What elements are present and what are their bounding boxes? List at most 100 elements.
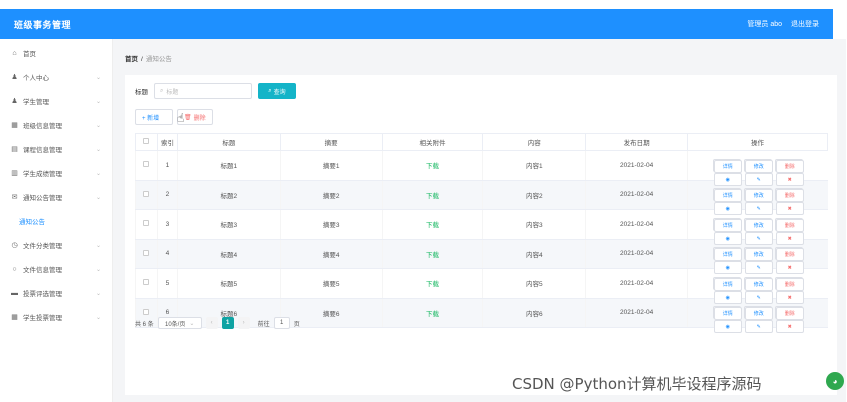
edit-button[interactable]: 修改 ✎ — [743, 306, 773, 334]
breadcrumb-home[interactable]: 首页 — [125, 56, 138, 63]
row-checkbox[interactable] — [143, 161, 150, 168]
download-link[interactable]: 下载 — [426, 311, 439, 318]
row-delete-button[interactable]: 删除 ✖ — [774, 188, 804, 216]
edit-button[interactable]: 修改 ✎ — [743, 188, 773, 216]
eye-icon: ◉ — [713, 261, 742, 275]
search-button[interactable]: ⌕ 查询 — [258, 83, 296, 99]
page-size-select[interactable]: 10条/页 ⌄ — [157, 317, 202, 329]
edit-button[interactable]: 修改 ✎ — [743, 276, 773, 304]
pencil-icon: ✎ — [744, 231, 773, 245]
sidebar-item[interactable]: ⌂ 首页 — [0, 41, 112, 65]
sidebar-item[interactable]: ♟ 个人中心 ⌄ — [0, 65, 112, 89]
row-select-cell[interactable] — [135, 239, 158, 269]
cell-index: 5 — [156, 268, 178, 299]
column-header: 操作 — [687, 133, 828, 151]
sidebar-item[interactable]: ▬ 投票评选管理 ⌄ — [0, 281, 112, 305]
view-button[interactable]: 详情 ◉ — [712, 306, 742, 334]
row-checkbox[interactable] — [143, 249, 150, 256]
page-number-current[interactable]: 1 — [221, 317, 234, 329]
view-button[interactable]: 详情 ◉ — [712, 158, 742, 186]
sidebar-item[interactable]: ▤ 课程信息管理 ⌄ — [0, 137, 112, 161]
select-all-checkbox[interactable] — [143, 138, 150, 144]
select-all-cell[interactable] — [135, 133, 158, 151]
sidebar-item[interactable]: ▦ 学生投票管理 ⌄ — [0, 305, 112, 329]
prev-page-button[interactable]: ‹ — [205, 317, 218, 329]
breadcrumb-current: 通知公告 — [145, 56, 172, 63]
notice-table: 索引 标题 摘要 相关附件 内容 发布日期 操作 1 标题1 摘要1 下载 内容1 202… — [135, 133, 828, 334]
grid-icon: ▦ — [11, 122, 18, 129]
sidebar-item[interactable]: ▦ 班级信息管理 ⌄ — [0, 113, 112, 137]
sidebar-item-label: 通知公告 — [19, 219, 45, 226]
row-select-cell[interactable] — [135, 268, 158, 299]
download-link[interactable]: 下载 — [426, 281, 439, 288]
sidebar-item[interactable]: ◷ 文件分类管理 ⌄ — [0, 233, 112, 257]
download-link[interactable]: 下载 — [426, 193, 439, 200]
next-page-button[interactable]: › — [237, 317, 250, 329]
view-button[interactable]: 详情 ◉ — [712, 217, 742, 245]
download-link[interactable]: 下载 — [426, 222, 439, 229]
mail-icon: ✉ — [11, 194, 18, 201]
row-delete-button[interactable]: 删除 ✖ — [774, 217, 804, 245]
row-delete-label: 删除 — [775, 248, 804, 262]
column-header: 发布日期 — [585, 133, 689, 151]
trash-icon: ✖ — [775, 202, 804, 216]
row-select-cell[interactable] — [135, 209, 158, 240]
sidebar-item[interactable]: ▥ 学生成绩管理 ⌄ — [0, 161, 112, 185]
cell-date: 2021-02-04 — [585, 180, 688, 210]
row-select-cell[interactable] — [135, 150, 158, 181]
goto-page-input[interactable]: 1 — [273, 317, 290, 329]
trash-icon: ✖ — [775, 172, 804, 186]
sidebar-item[interactable]: 通知公告 — [0, 209, 112, 233]
edit-button[interactable]: 修改 ✎ — [743, 247, 773, 275]
row-delete-button[interactable]: 删除 ✖ — [774, 158, 804, 186]
sidebar-item[interactable]: ○ 文件信息管理 ⌄ — [0, 257, 112, 281]
action-bar: + 新增 🗑 删除 ☝ — [135, 109, 213, 125]
row-checkbox[interactable] — [143, 279, 150, 286]
logout-link[interactable]: 退出登录 — [791, 19, 819, 29]
sidebar-item[interactable]: ♟ 学生管理 ⌄ — [0, 89, 112, 113]
trash-icon: ✖ — [775, 290, 804, 304]
view-button[interactable]: 详情 ◉ — [712, 188, 742, 216]
folder-icon: ▬ — [11, 289, 18, 297]
table-header-row: 索引 标题 摘要 相关附件 内容 发布日期 操作 — [135, 133, 828, 151]
search-input[interactable]: ⌕ 标题 — [154, 83, 252, 99]
download-link[interactable]: 下载 — [426, 163, 439, 170]
row-delete-button[interactable]: 删除 ✖ — [774, 306, 804, 334]
add-button[interactable]: + 新增 — [135, 109, 173, 125]
row-delete-button[interactable]: 删除 ✖ — [774, 276, 804, 304]
row-delete-button[interactable]: 删除 ✖ — [774, 247, 804, 275]
sidebar-item[interactable]: ✉ 通知公告管理 ⌄ — [0, 185, 112, 209]
edit-button[interactable]: 修改 ✎ — [743, 158, 773, 186]
view-button-label: 详情 — [713, 248, 742, 262]
edit-button-label: 修改 — [744, 189, 773, 203]
chevron-down-icon: ⌄ — [96, 146, 102, 153]
row-checkbox[interactable] — [143, 308, 150, 315]
main-content: 首页 / 通知公告 标题 ⌕ 标题 ⌕ 查询 + 新增 🗑 删除 ☝ 索引 标题… — [113, 39, 846, 402]
view-button-label: 详情 — [713, 218, 742, 232]
chevron-down-icon: ⌄ — [96, 74, 102, 81]
chevron-down-icon: ⌄ — [96, 290, 102, 297]
user-icon: ♟ — [11, 98, 18, 105]
page-suffix: 页 — [293, 321, 300, 328]
download-link[interactable]: 下载 — [426, 252, 439, 259]
pencil-icon: ✎ — [744, 320, 773, 334]
cell-title: 标题4 — [176, 239, 281, 269]
view-button[interactable]: 详情 ◉ — [712, 276, 742, 304]
chevron-left-icon: ‹ — [210, 320, 213, 326]
view-button[interactable]: 详情 ◉ — [712, 247, 742, 275]
cell-summary: 摘要4 — [279, 239, 383, 269]
row-select-cell[interactable] — [135, 180, 158, 210]
breadcrumb: 首页 / 通知公告 — [125, 53, 172, 63]
home-icon: ⌂ — [12, 49, 17, 57]
pencil-icon: ✎ — [744, 172, 773, 186]
trash-icon: ✖ — [775, 261, 804, 275]
cell-attachment: 下载 — [381, 268, 483, 299]
row-checkbox[interactable] — [143, 190, 150, 197]
pencil-icon: ✎ — [744, 261, 773, 275]
edit-button[interactable]: 修改 ✎ — [743, 217, 773, 245]
pagination: 共 6 条 10条/页 ⌄ ‹ 1 › 前往 1 页 — [135, 317, 300, 329]
row-checkbox[interactable] — [143, 220, 150, 227]
eye-icon: ◉ — [713, 290, 742, 304]
row-delete-label: 删除 — [775, 277, 804, 291]
row-delete-label: 删除 — [775, 189, 804, 203]
